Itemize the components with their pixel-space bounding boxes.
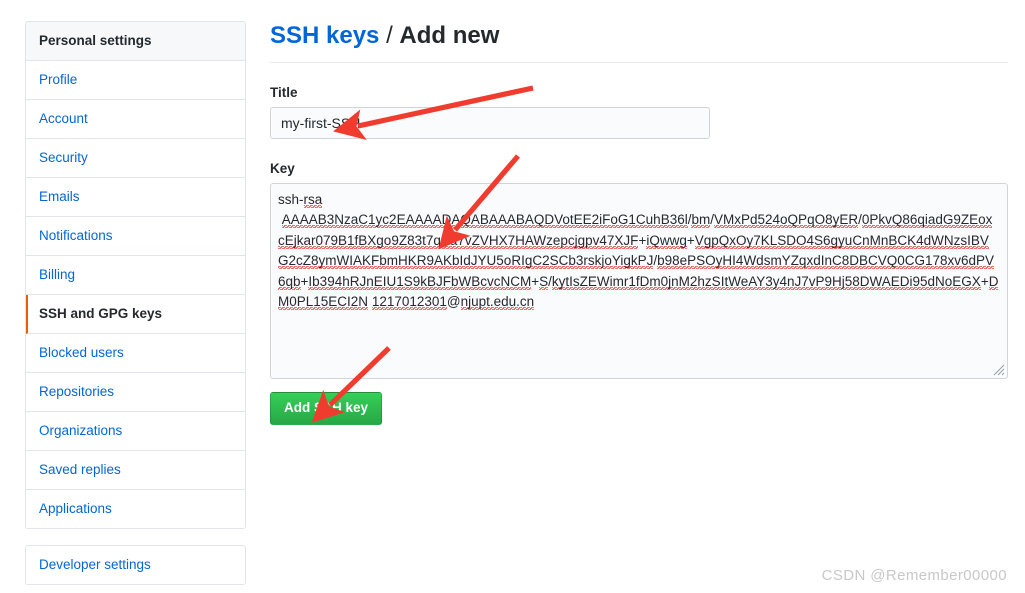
sidebar-item-profile[interactable]: Profile (26, 61, 245, 100)
sidebar-item-saved-replies[interactable]: Saved replies (26, 451, 245, 490)
sidebar-item-repositories[interactable]: Repositories (26, 373, 245, 412)
sidebar-header: Personal settings (26, 22, 245, 61)
key-field-label: Key (270, 161, 295, 176)
key-textarea-wrapper: ssh-rsa AAAAB3NzaC1yc2EAAAADAQABAAABAQDV… (270, 183, 1008, 379)
sidebar-item-account[interactable]: Account (26, 100, 245, 139)
personal-settings-nav: Personal settings Profile Account Securi… (25, 21, 246, 529)
breadcrumb-current: Add new (399, 22, 500, 49)
settings-page: Personal settings Profile Account Securi… (0, 0, 1025, 593)
sidebar-item-developer-settings[interactable]: Developer settings (26, 546, 245, 584)
settings-sidebar: Personal settings Profile Account Securi… (25, 21, 246, 585)
sidebar-item-ssh-and-gpg-keys[interactable]: SSH and GPG keys (26, 295, 245, 334)
sidebar-item-emails[interactable]: Emails (26, 178, 245, 217)
sidebar-item-applications[interactable]: Applications (26, 490, 245, 528)
sidebar-item-notifications[interactable]: Notifications (26, 217, 245, 256)
breadcrumb-link-ssh-keys[interactable]: SSH keys (270, 22, 379, 49)
title-field-label: Title (270, 85, 298, 100)
page-title: SSH keys / Add new (270, 21, 1008, 51)
main-content: SSH keys / Add new Title Key ssh-rsa AAA… (270, 21, 1008, 425)
sidebar-item-organizations[interactable]: Organizations (26, 412, 245, 451)
sidebar-item-blocked-users[interactable]: Blocked users (26, 334, 245, 373)
csdn-watermark: CSDN @Remember00000 (821, 567, 1007, 584)
add-ssh-key-button[interactable]: Add SSH key (270, 392, 383, 425)
developer-settings-nav: Developer settings (25, 545, 246, 585)
key-textarea[interactable]: ssh-rsa AAAAB3NzaC1yc2EAAAADAQABAAABAQDV… (270, 183, 1008, 379)
sidebar-item-security[interactable]: Security (26, 139, 245, 178)
breadcrumb-separator: / (379, 22, 400, 49)
sidebar-item-billing[interactable]: Billing (26, 256, 245, 295)
title-divider (270, 62, 1008, 63)
title-input[interactable] (270, 107, 710, 139)
